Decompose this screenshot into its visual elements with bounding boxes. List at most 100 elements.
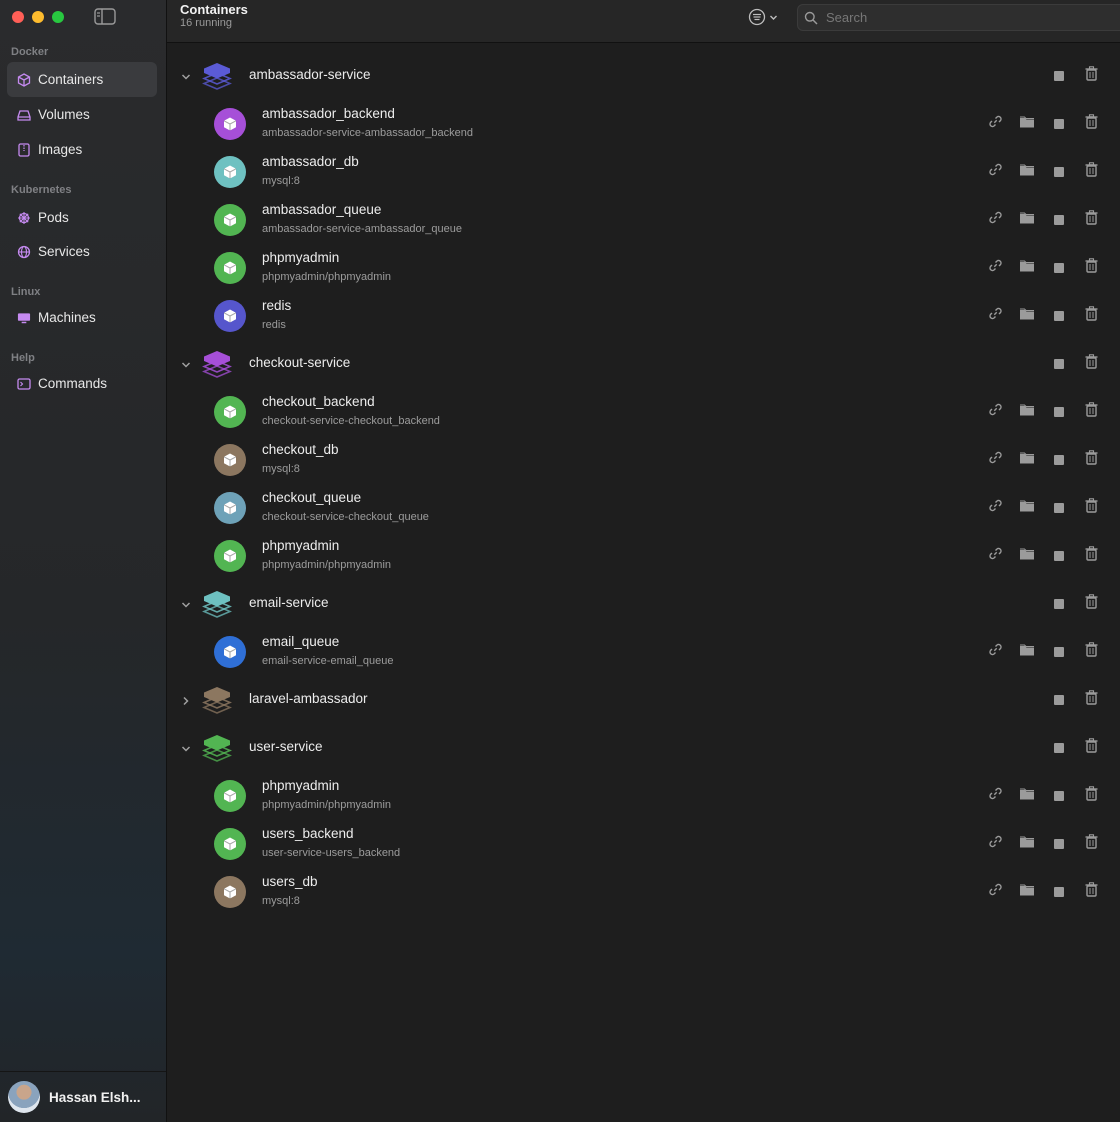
open-files-button[interactable] xyxy=(1019,548,1035,564)
container-row[interactable]: phpmyadmin phpmyadmin/phpmyadmin xyxy=(168,772,1120,820)
sidebar-item-machines[interactable]: Machines xyxy=(7,300,157,335)
delete-button[interactable] xyxy=(1083,162,1099,180)
open-link-button[interactable] xyxy=(987,451,1003,468)
container-row[interactable]: checkout_db mysql:8 xyxy=(168,436,1120,484)
group-row[interactable]: checkout-service xyxy=(168,340,1120,388)
stop-button[interactable] xyxy=(1051,740,1067,756)
filter-menu-button[interactable] xyxy=(748,7,784,27)
open-files-button[interactable] xyxy=(1019,212,1035,228)
stop-button[interactable] xyxy=(1051,548,1067,564)
open-files-button[interactable] xyxy=(1019,164,1035,180)
search-field[interactable] xyxy=(797,4,1120,31)
container-row[interactable]: users_backend user-service-users_backend xyxy=(168,820,1120,868)
delete-button[interactable] xyxy=(1083,306,1099,324)
group-row[interactable]: user-service xyxy=(168,724,1120,772)
container-row[interactable]: checkout_queue checkout-service-checkout_… xyxy=(168,484,1120,532)
delete-button[interactable] xyxy=(1083,594,1099,612)
group-row[interactable]: laravel-ambassador xyxy=(168,676,1120,724)
container-row[interactable]: checkout_backend checkout-service-checkou… xyxy=(168,388,1120,436)
chevron-down-icon[interactable] xyxy=(180,742,192,754)
group-row[interactable]: ambassador-service xyxy=(168,52,1120,100)
sidebar-item-containers[interactable]: Containers xyxy=(7,62,157,97)
open-link-button[interactable] xyxy=(987,835,1003,852)
container-row[interactable]: phpmyadmin phpmyadmin/phpmyadmin xyxy=(168,532,1120,580)
open-link-button[interactable] xyxy=(987,307,1003,324)
user-account-button[interactable]: Hassan Elsh... xyxy=(0,1071,166,1122)
open-link-button[interactable] xyxy=(987,403,1003,420)
stop-button[interactable] xyxy=(1051,116,1067,132)
delete-button[interactable] xyxy=(1083,354,1099,372)
search-input[interactable] xyxy=(824,9,1108,26)
sidebar-toggle-icon[interactable] xyxy=(94,8,116,25)
delete-button[interactable] xyxy=(1083,786,1099,804)
stop-button[interactable] xyxy=(1051,404,1067,420)
stop-button[interactable] xyxy=(1051,596,1067,612)
delete-button[interactable] xyxy=(1083,498,1099,516)
minimize-window-button[interactable] xyxy=(32,11,44,23)
stop-button[interactable] xyxy=(1051,500,1067,516)
stop-button[interactable] xyxy=(1051,644,1067,660)
sidebar-item-pods[interactable]: Pods xyxy=(7,200,157,235)
delete-button[interactable] xyxy=(1083,642,1099,660)
open-link-button[interactable] xyxy=(987,787,1003,804)
stop-button[interactable] xyxy=(1051,452,1067,468)
stop-button[interactable] xyxy=(1051,308,1067,324)
sidebar-item-commands[interactable]: Commands xyxy=(7,366,157,401)
delete-button[interactable] xyxy=(1083,882,1099,900)
sidebar-item-volumes[interactable]: Volumes xyxy=(7,97,157,132)
open-files-button[interactable] xyxy=(1019,788,1035,804)
delete-button[interactable] xyxy=(1083,546,1099,564)
delete-button[interactable] xyxy=(1083,66,1099,84)
chevron-right-icon[interactable] xyxy=(180,694,192,706)
chevron-down-icon[interactable] xyxy=(180,358,192,370)
open-files-button[interactable] xyxy=(1019,308,1035,324)
chevron-down-icon[interactable] xyxy=(180,70,192,82)
open-files-button[interactable] xyxy=(1019,260,1035,276)
delete-button[interactable] xyxy=(1083,834,1099,852)
open-link-button[interactable] xyxy=(987,499,1003,516)
container-row[interactable]: ambassador_queue ambassador-service-ambas… xyxy=(168,196,1120,244)
stop-button[interactable] xyxy=(1051,692,1067,708)
close-window-button[interactable] xyxy=(12,11,24,23)
open-files-button[interactable] xyxy=(1019,500,1035,516)
stop-button[interactable] xyxy=(1051,164,1067,180)
delete-button[interactable] xyxy=(1083,210,1099,228)
stop-button[interactable] xyxy=(1051,884,1067,900)
container-row[interactable]: ambassador_db mysql:8 xyxy=(168,148,1120,196)
container-row[interactable]: email_queue email-service-email_queue xyxy=(168,628,1120,676)
chevron-down-icon[interactable] xyxy=(180,598,192,610)
open-files-button[interactable] xyxy=(1019,116,1035,132)
open-link-button[interactable] xyxy=(987,115,1003,132)
stop-button[interactable] xyxy=(1051,356,1067,372)
sidebar-item-images[interactable]: Images xyxy=(7,132,157,167)
open-files-button[interactable] xyxy=(1019,836,1035,852)
delete-button[interactable] xyxy=(1083,114,1099,132)
container-row[interactable]: redis redis xyxy=(168,292,1120,340)
open-files-button[interactable] xyxy=(1019,404,1035,420)
group-row[interactable]: email-service xyxy=(168,580,1120,628)
sidebar-item-services[interactable]: Services xyxy=(7,234,157,269)
delete-button[interactable] xyxy=(1083,450,1099,468)
open-link-button[interactable] xyxy=(987,547,1003,564)
open-link-button[interactable] xyxy=(987,643,1003,660)
open-files-button[interactable] xyxy=(1019,884,1035,900)
delete-button[interactable] xyxy=(1083,738,1099,756)
stop-button[interactable] xyxy=(1051,260,1067,276)
container-row[interactable]: users_db mysql:8 xyxy=(168,868,1120,916)
stop-button[interactable] xyxy=(1051,68,1067,84)
delete-button[interactable] xyxy=(1083,690,1099,708)
delete-button[interactable] xyxy=(1083,258,1099,276)
open-link-button[interactable] xyxy=(987,883,1003,900)
stop-button[interactable] xyxy=(1051,212,1067,228)
open-files-button[interactable] xyxy=(1019,452,1035,468)
open-link-button[interactable] xyxy=(987,163,1003,180)
zoom-window-button[interactable] xyxy=(52,11,64,23)
open-link-button[interactable] xyxy=(987,211,1003,228)
open-link-button[interactable] xyxy=(987,259,1003,276)
delete-button[interactable] xyxy=(1083,402,1099,420)
container-row[interactable]: ambassador_backend ambassador-service-amb… xyxy=(168,100,1120,148)
open-files-button[interactable] xyxy=(1019,644,1035,660)
container-row[interactable]: phpmyadmin phpmyadmin/phpmyadmin xyxy=(168,244,1120,292)
stop-button[interactable] xyxy=(1051,788,1067,804)
stop-button[interactable] xyxy=(1051,836,1067,852)
